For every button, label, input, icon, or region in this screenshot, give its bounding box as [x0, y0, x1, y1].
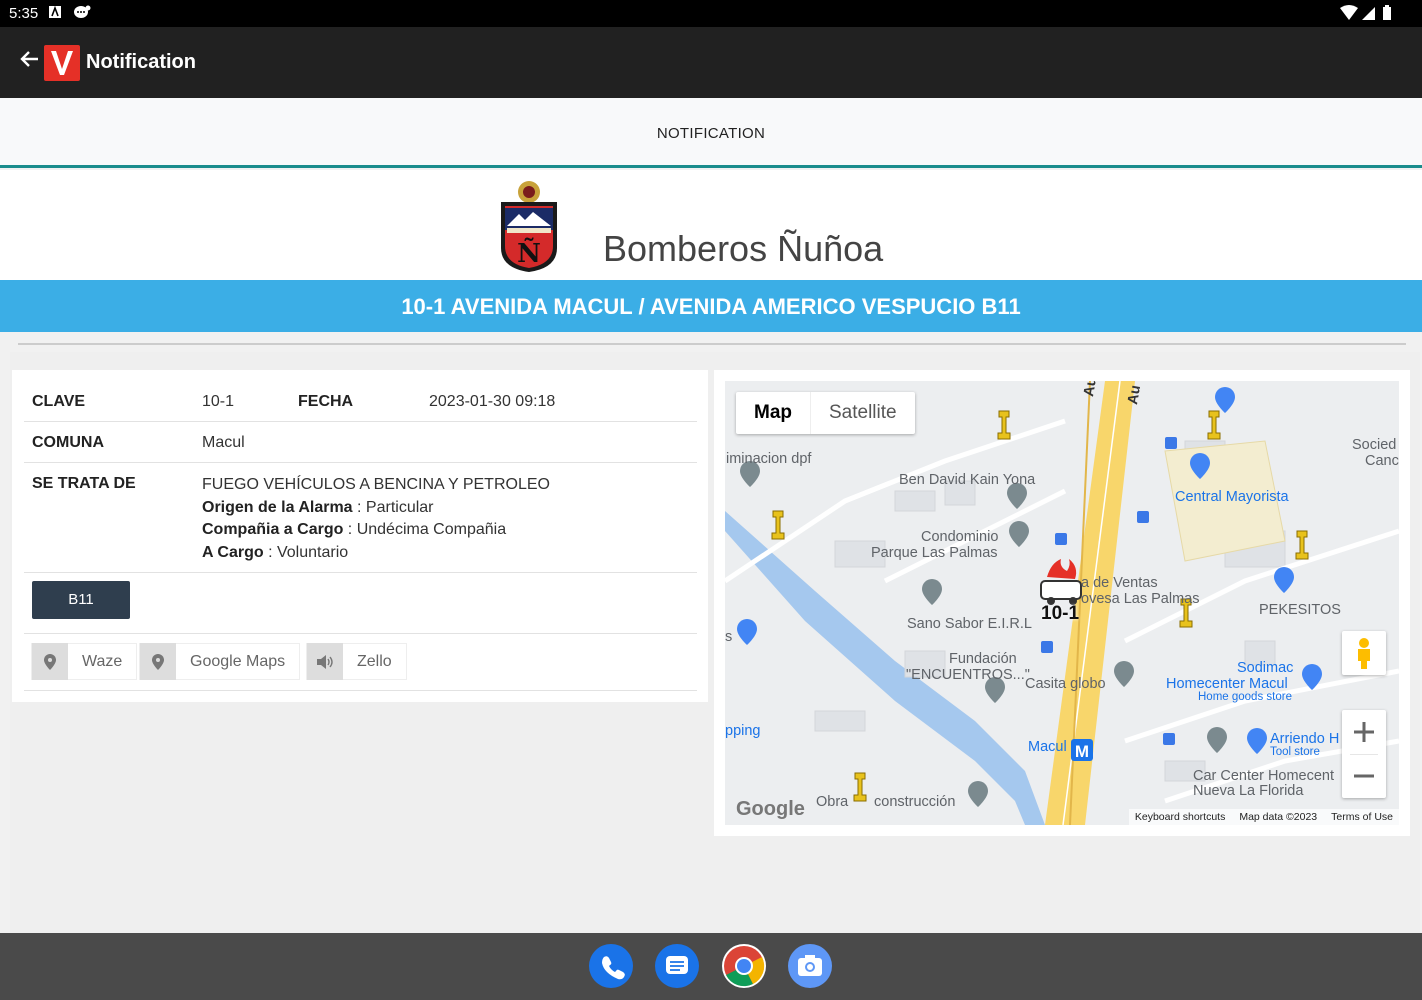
- map-place: Homecenter Macul: [1166, 676, 1288, 692]
- google-maps-label: Google Maps: [190, 652, 286, 670]
- status-bar: 5:35: [0, 0, 1422, 27]
- zoom-in-button[interactable]: [1342, 710, 1386, 754]
- street-view-pegman-icon[interactable]: [1342, 631, 1386, 675]
- incident-details-card: CLAVE 10-1 FECHA 2023-01-30 09:18 COMUNA…: [12, 370, 708, 702]
- map-place: pping: [725, 723, 761, 739]
- setrata-value: FUEGO VEHÍCULOS A BENCINA Y PETROLEO: [202, 476, 550, 493]
- compania-label: Compañia a Cargo: [202, 521, 344, 538]
- app-bar: Notification: [0, 27, 1422, 98]
- back-arrow-icon[interactable]: [18, 47, 42, 76]
- map-place: Car Center Homecent: [1193, 768, 1335, 784]
- map-place: Fundación: [949, 651, 1017, 667]
- map-place: Canc: [1365, 453, 1399, 469]
- detail-row-comuna: COMUNA Macul: [24, 422, 697, 463]
- clave-value: 10-1: [202, 393, 235, 410]
- signal-icon: [1362, 5, 1376, 25]
- origen-line: Origen de la Alarma : Particular: [202, 497, 550, 520]
- clave-label: CLAVE: [32, 393, 86, 410]
- map-place: Parque Las Palmas: [871, 545, 998, 561]
- tab-notification-label: NOTIFICATION: [656, 125, 766, 142]
- origen-value: : Particular: [352, 498, 434, 516]
- map-place: ovesa Las Palmas: [1081, 591, 1200, 607]
- origen-label: Origen de la Alarma: [202, 498, 353, 516]
- map-place: Condominio: [921, 529, 999, 545]
- map-place: Nueva La Florida: [1193, 783, 1304, 799]
- status-time: 5:35: [9, 5, 39, 22]
- map-type-control: Map Satellite: [736, 392, 915, 434]
- comuna-value: Macul: [202, 434, 245, 451]
- zoom-out-button[interactable]: [1342, 754, 1386, 798]
- map-tab-map[interactable]: Map: [736, 392, 810, 434]
- google-logo: Google: [736, 798, 805, 820]
- keyboard-shortcuts-link[interactable]: Keyboard shortcuts: [1135, 809, 1225, 825]
- map-place: Socied: [1352, 437, 1397, 453]
- setrata-details: FUEGO VEHÍCULOS A BENCINA Y PETROLEO Ori…: [202, 474, 550, 564]
- svg-text:M: M: [1075, 742, 1089, 761]
- zoom-control: [1342, 710, 1386, 798]
- acargo-value: : Voluntario: [263, 543, 349, 561]
- waze-button[interactable]: Waze: [31, 643, 138, 680]
- map-place: Casita globo: [1025, 676, 1106, 692]
- fecha-value: 2023-01-30 09:18: [429, 393, 556, 410]
- map-place: Ben David Kain Yona: [899, 472, 1036, 488]
- fecha-label: FECHA: [298, 393, 354, 410]
- map-card: M iminacion dpf Ben David Kain Yona Cond…: [714, 370, 1410, 836]
- message-icon: [73, 5, 91, 25]
- phone-app-icon[interactable]: [589, 944, 633, 988]
- battery-icon: [1382, 5, 1392, 25]
- app-logo-icon: [44, 45, 80, 81]
- camera-app-icon[interactable]: [788, 944, 832, 988]
- google-maps-button[interactable]: Google Maps: [139, 643, 301, 680]
- map-place: Au: [1125, 383, 1145, 406]
- map-place: Tool store: [1270, 746, 1320, 758]
- map-data-text: Map data ©2023: [1239, 811, 1318, 823]
- map-place: Home goods store: [1198, 691, 1292, 703]
- map-place: Arriendo H: [1270, 731, 1340, 747]
- location-pin-icon: [32, 643, 68, 680]
- map-place: construcción: [874, 794, 956, 810]
- map-tab-satellite[interactable]: Satellite: [810, 392, 915, 434]
- svg-text:Ñ: Ñ: [517, 237, 541, 269]
- unit-b11-button[interactable]: B11: [32, 581, 130, 619]
- incident-banner: 10-1 AVENIDA MACUL / AVENIDA AMERICO VES…: [0, 280, 1422, 332]
- incident-map[interactable]: M iminacion dpf Ben David Kain Yona Cond…: [725, 381, 1399, 825]
- waze-label: Waze: [82, 652, 123, 670]
- map-place: Macul: [1028, 739, 1067, 755]
- map-place: PEKESITOS: [1259, 602, 1341, 618]
- detail-row-clave: CLAVE 10-1 FECHA 2023-01-30 09:18: [24, 381, 697, 422]
- divider: [18, 343, 1406, 345]
- taskbar-dock: [0, 933, 1422, 1000]
- map-place: Central Mayorista: [1175, 489, 1289, 505]
- chrome-app-icon[interactable]: [722, 944, 766, 988]
- acargo-line: A Cargo : Voluntario: [202, 542, 550, 565]
- fire-department-crest-icon: Ñ: [497, 178, 561, 279]
- speaker-icon: [307, 643, 343, 680]
- org-header: Ñ Bomberos Ñuñoa: [0, 170, 1422, 280]
- org-name: Bomberos Ñuñoa: [603, 228, 884, 269]
- zello-button[interactable]: Zello: [306, 643, 407, 680]
- map-place: Sodimac: [1237, 660, 1294, 676]
- map-place: "ENCUENTROS...": [906, 667, 1030, 683]
- messages-app-icon[interactable]: [655, 944, 699, 988]
- map-place: Sano Sabor E.I.R.L: [907, 616, 1032, 632]
- map-footer: Keyboard shortcuts Map data ©2023 Terms …: [1128, 809, 1399, 825]
- tab-notification[interactable]: NOTIFICATION: [0, 98, 1422, 168]
- notification-a-icon: [48, 5, 62, 23]
- map-place: a de Ventas: [1081, 575, 1158, 591]
- wifi-icon: [1340, 5, 1358, 25]
- map-place: Obra: [816, 794, 849, 810]
- terms-link[interactable]: Terms of Use: [1331, 809, 1393, 825]
- map-place: s: [725, 629, 733, 645]
- zello-label: Zello: [357, 652, 392, 670]
- map-place: iminacion dpf: [726, 451, 812, 467]
- compania-value: : Undécima Compañia: [343, 521, 507, 538]
- comuna-label: COMUNA: [32, 434, 104, 451]
- compania-line: Compañia a Cargo : Undécima Compañia: [202, 519, 550, 542]
- location-pin-icon: [140, 643, 176, 680]
- acargo-label: A Cargo: [202, 543, 264, 561]
- app-title: Notification: [86, 51, 196, 73]
- setrata-label: SE TRATA DE: [32, 475, 136, 492]
- incident-marker-label: 10-1: [1041, 603, 1080, 624]
